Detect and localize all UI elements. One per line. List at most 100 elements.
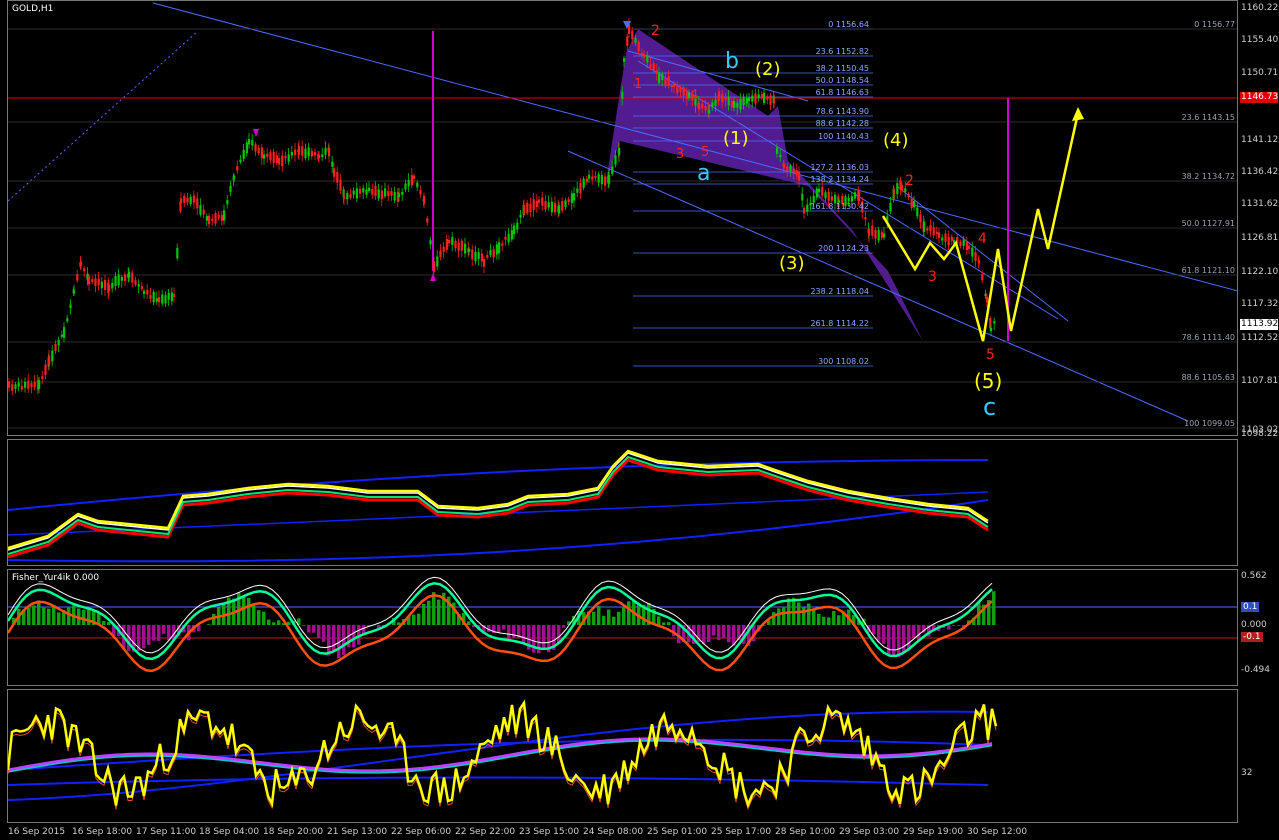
candle-body xyxy=(588,174,591,179)
candle-body xyxy=(11,384,14,391)
candle-body xyxy=(513,225,516,235)
time-axis-label: 22 Sep 22:00 xyxy=(455,827,516,837)
candle-body xyxy=(670,85,673,88)
candle-body xyxy=(128,271,131,278)
candle-body xyxy=(359,188,362,194)
candle-body xyxy=(974,251,977,261)
price-scale[interactable] xyxy=(1238,0,1279,840)
candle-body xyxy=(226,200,229,205)
candle-body xyxy=(923,221,926,232)
fisher-histogram-bar xyxy=(957,625,961,626)
candle-body xyxy=(821,186,824,196)
candle-body xyxy=(786,166,789,171)
candle-body xyxy=(260,147,263,159)
candle-body xyxy=(257,147,260,154)
candle-body xyxy=(310,150,313,157)
candle-body xyxy=(965,240,968,251)
fisher-histogram-bar xyxy=(417,613,421,625)
price-scale-tick: 1136.42 xyxy=(1241,167,1279,177)
candle-body xyxy=(374,185,377,196)
candle-body xyxy=(183,195,186,203)
candle-body xyxy=(535,200,538,207)
candle-body xyxy=(932,227,935,236)
candle-body xyxy=(968,245,971,249)
fisher-histogram-bar xyxy=(872,625,876,635)
indicator-pane-3[interactable] xyxy=(7,689,1238,823)
time-axis-label: 21 Sep 13:00 xyxy=(327,827,388,837)
indicator-pane-1[interactable] xyxy=(7,439,1238,566)
yellow-projection xyxy=(881,112,1080,342)
candle-body xyxy=(104,280,107,290)
candle-body xyxy=(471,249,474,260)
fib-right-label: 23.6 1143.15 xyxy=(1181,113,1235,122)
indicator-pane-fisher[interactable]: Fisher_Yur4ik 0.000 xyxy=(7,569,1238,686)
candle-body xyxy=(365,189,368,195)
candle-body xyxy=(827,191,830,201)
fisher-histogram-bar xyxy=(622,607,626,625)
candle-body xyxy=(926,228,929,231)
fisher-histogram-bar xyxy=(712,625,716,636)
candle-body xyxy=(189,196,192,205)
candle-body xyxy=(763,92,766,104)
candle-body xyxy=(30,383,33,388)
candle-body xyxy=(410,175,413,186)
fisher-histogram-bar xyxy=(87,608,91,625)
candle-body xyxy=(318,154,321,159)
candle-body xyxy=(711,102,714,107)
candle-body xyxy=(773,100,776,104)
candle-body xyxy=(769,95,772,105)
candle-body xyxy=(913,201,916,208)
trendline-mid xyxy=(637,60,1059,320)
candle-body xyxy=(362,187,365,193)
candle-body xyxy=(733,101,736,108)
fisher-histogram-bar xyxy=(597,605,601,625)
fisher-histogram-bar xyxy=(257,610,261,625)
candle-body xyxy=(854,192,857,199)
fisher-histogram-bar xyxy=(827,617,831,625)
candle-body xyxy=(766,96,769,100)
fib-right-label: 0 1156.77 xyxy=(1194,20,1235,29)
fisher-histogram-bar xyxy=(327,625,331,656)
candle-body xyxy=(516,222,519,230)
candle-body xyxy=(801,193,804,201)
fisher-scale-tick: 0.000 xyxy=(1241,620,1267,630)
fisher-histogram-bar xyxy=(277,620,281,625)
time-axis-label: 23 Sep 15:00 xyxy=(519,827,580,837)
candle-body xyxy=(824,192,827,199)
candle-body xyxy=(298,145,301,155)
fisher-histogram-bar xyxy=(47,608,51,625)
fisher-histogram-bar xyxy=(772,612,776,625)
time-axis-label: 18 Sep 20:00 xyxy=(263,827,324,837)
candle-body xyxy=(585,178,588,183)
price-chart-canvas[interactable] xyxy=(8,1,1238,436)
price-scale-tick: 1160.22 xyxy=(1241,3,1279,13)
fisher-histogram-bar xyxy=(812,609,816,625)
fisher-histogram-bar xyxy=(707,625,711,642)
candle-body xyxy=(460,240,463,251)
candle-body xyxy=(658,72,661,84)
time-axis-label: 16 Sep 18:00 xyxy=(72,827,133,837)
marker-down-arrow xyxy=(253,129,259,137)
candle-body xyxy=(646,54,649,63)
fib-level-label: 300 1108.02 xyxy=(818,357,869,366)
candle-body xyxy=(454,240,457,249)
candle-body xyxy=(652,63,655,71)
candle-body xyxy=(176,247,179,259)
fisher-histogram-bar xyxy=(602,615,606,625)
candle-body xyxy=(941,237,944,241)
fisher-histogram-bar xyxy=(497,625,501,634)
candle-body xyxy=(614,155,617,165)
candle-body xyxy=(51,350,54,362)
candle-body xyxy=(76,274,79,281)
candle-body xyxy=(523,205,526,213)
fisher-histogram-bar xyxy=(507,625,511,639)
candle-body xyxy=(667,76,670,86)
indicator-3-scale-tick: 32 xyxy=(1241,768,1253,778)
candle-body xyxy=(451,237,454,245)
candle-body xyxy=(971,247,974,257)
candle-body xyxy=(278,158,281,165)
price-chart-pane[interactable]: GOLD,H1 0 1156.64 23.6 1152.82 38.2 1150.4… xyxy=(7,0,1238,436)
candle-body xyxy=(333,168,336,177)
trendline-lower xyxy=(567,150,1189,422)
trendline-dashed xyxy=(8,30,199,202)
